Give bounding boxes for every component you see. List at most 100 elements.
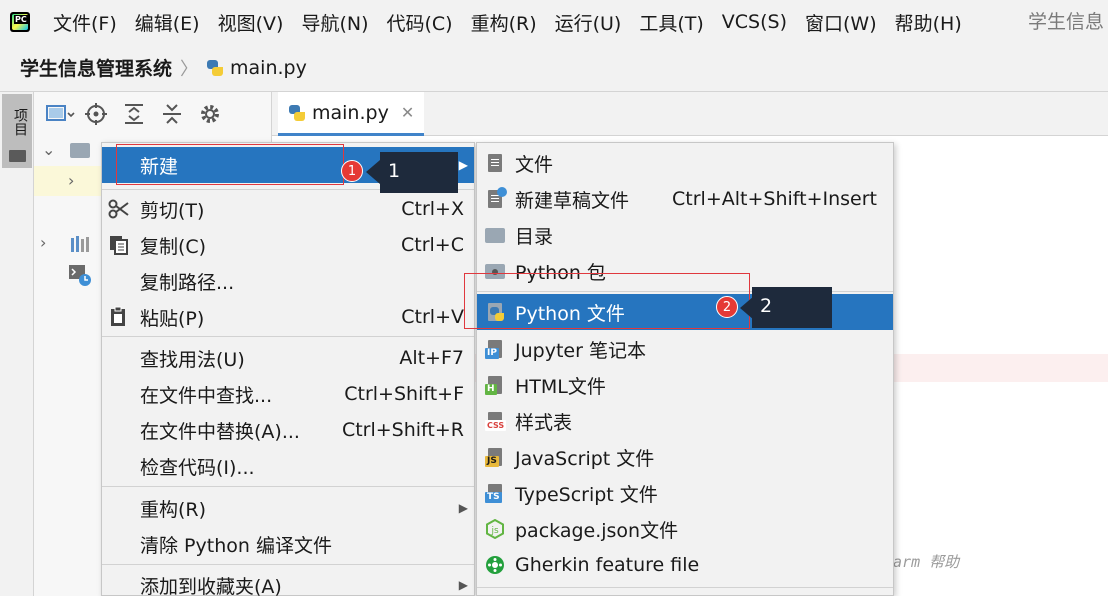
menu-view[interactable]: 视图(V) [209,9,293,36]
python-file-icon [288,104,306,122]
submenu-item-label: TypeScript 文件 [515,483,658,506]
submenu-item-directory[interactable]: 目录 [477,217,893,253]
css-file-icon: CSS [485,411,507,431]
project-tab-label: 项目 [12,108,28,136]
submenu-item-package-json[interactable]: js package.json文件 [477,511,893,547]
submenu-arrow-icon: ▶ [458,501,468,515]
menu-refactor[interactable]: 重构(R) [462,9,546,36]
menu-edit[interactable]: 编辑(E) [126,9,209,36]
submenu-item-jupyter[interactable]: IP Jupyter 笔记本 [477,331,893,367]
annotation-number-2: 2 [716,296,738,318]
submenu-item-label: Gherkin feature file [515,554,700,576]
menu-item-label: 检查代码(I)... [140,456,255,479]
annotation-callout-2: 2 [752,287,832,328]
cucumber-icon [485,555,505,575]
folder-icon [70,143,90,158]
menu-item-label: 在文件中替换(A)... [140,420,300,443]
menu-item-label: 添加到收藏夹(A) [140,575,282,596]
menu-item-copy[interactable]: 复制(C) Ctrl+C [102,227,474,263]
menu-item-shortcut: Ctrl+C [401,234,464,256]
menu-file[interactable]: 文件(F) [44,9,126,36]
scratch-file-icon [485,187,507,209]
menu-vcs[interactable]: VCS(S) [713,11,796,33]
scissors-icon [108,198,130,220]
annotation-box-1 [116,144,344,185]
js-file-icon: JS [485,447,505,467]
menu-navigate[interactable]: 导航(N) [292,9,377,36]
collapse-all-icon[interactable] [160,102,184,126]
menu-item-shortcut: Ctrl+X [401,198,464,220]
menu-item-label: 清除 Python 编译文件 [140,534,332,557]
menu-item-cut[interactable]: 剪切(T) Ctrl+X [102,191,474,227]
menu-item-paste[interactable]: 粘贴(P) Ctrl+V [102,299,474,335]
menu-item-label: 复制路径... [140,271,235,294]
folder-icon [9,150,26,162]
tool-window-stripe: 项目 [0,92,34,596]
menu-bar: 文件(F) 编辑(E) 视图(V) 导航(N) 代码(C) 重构(R) 运行(U… [0,0,1108,44]
breadcrumb: 学生信息管理系统 〉 main.py [0,44,1108,92]
menu-window[interactable]: 窗口(W) [796,9,886,36]
ts-file-icon: TS [485,483,505,503]
submenu-item-file[interactable]: 文件 [477,145,893,181]
submenu-item-scratch-file[interactable]: 新建草稿文件 Ctrl+Alt+Shift+Insert [477,181,893,217]
submenu-item-label: HTML文件 [515,375,606,398]
submenu-item-label: JavaScript 文件 [515,447,655,470]
menu-item-add-to-favorites[interactable]: 添加到收藏夹(A) ▶ [102,567,474,596]
project-tool-tab[interactable]: 项目 [2,94,32,168]
menu-item-find-usages[interactable]: 查找用法(U) Alt+F7 [102,340,474,376]
expand-all-icon[interactable] [122,102,146,126]
breadcrumb-file[interactable]: main.py [230,57,307,79]
menu-tools[interactable]: 工具(T) [630,9,712,36]
submenu-item-shortcut: Ctrl+Alt+Shift+Insert [672,188,877,210]
menu-item-replace-in-files[interactable]: 在文件中替换(A)... Ctrl+Shift+R [102,412,474,448]
menu-separator [102,336,474,337]
tab-label: main.py [312,101,389,124]
html-file-icon: H [485,375,505,395]
menu-item-shortcut: Alt+F7 [399,347,464,369]
menu-item-inspect-code[interactable]: 检查代码(I)... [102,448,474,484]
submenu-item-gherkin[interactable]: Gherkin feature file [477,547,893,583]
submenu-item-typescript[interactable]: TS TypeScript 文件 [477,475,893,511]
submenu-item-stylesheet[interactable]: CSS 样式表 [477,403,893,439]
menu-item-shortcut: Ctrl+Shift+R [341,419,464,441]
menu-code[interactable]: 代码(C) [377,9,461,36]
editor-hint-text: harm 帮助 [884,553,960,571]
svg-text:js: js [491,526,500,536]
close-icon[interactable]: ✕ [401,103,414,122]
menu-item-label: 在文件中查找... [140,384,273,407]
context-menu: 新建 ▶ 剪切(T) Ctrl+X 复制(C) Ctrl+C 复制路径... 粘… [101,142,475,596]
submenu-item-html[interactable]: H HTML文件 [477,367,893,403]
clipboard-icon [108,306,130,328]
menu-item-label: 剪切(T) [140,199,205,222]
folder-icon [485,225,505,245]
libraries-icon [70,235,92,257]
menu-item-copy-path[interactable]: 复制路径... [102,263,474,299]
locate-icon[interactable] [84,102,108,126]
annotation-box-2 [464,273,750,329]
annotation-number-1: 1 [341,160,363,182]
copy-icon [108,234,130,256]
project-toolbar [34,92,272,136]
submenu-item-label: 样式表 [515,411,573,434]
menu-item-find-in-files[interactable]: 在文件中查找... Ctrl+Shift+F [102,376,474,412]
chevron-right-icon[interactable]: › [68,171,74,190]
menu-item-shortcut: Ctrl+V [401,306,464,328]
menu-item-label: 复制(C) [140,235,207,258]
menu-item-clean-python-compiled[interactable]: 清除 Python 编译文件 [102,526,474,562]
submenu-item-label: package.json文件 [515,519,679,542]
window-title: 学生信息 [1027,11,1104,33]
settings-gear-icon[interactable] [198,102,222,126]
menu-item-label: 重构(R) [140,498,207,521]
chevron-down-icon[interactable]: ⌄ [42,140,55,159]
menu-item-refactor[interactable]: 重构(R) ▶ [102,490,474,526]
menu-help[interactable]: 帮助(H) [886,9,971,36]
tab-main-py[interactable]: main.py ✕ [278,92,425,136]
chevron-right-icon[interactable]: › [40,233,46,252]
menu-separator [477,587,893,588]
submenu-item-javascript[interactable]: JS JavaScript 文件 [477,439,893,475]
view-mode-icon[interactable] [46,102,75,126]
submenu-item-label: Jupyter 笔记本 [515,339,646,362]
menu-run[interactable]: 运行(U) [546,9,631,36]
editor-tab-bar: main.py ✕ [272,92,1108,136]
breadcrumb-project[interactable]: 学生信息管理系统 [20,54,172,81]
